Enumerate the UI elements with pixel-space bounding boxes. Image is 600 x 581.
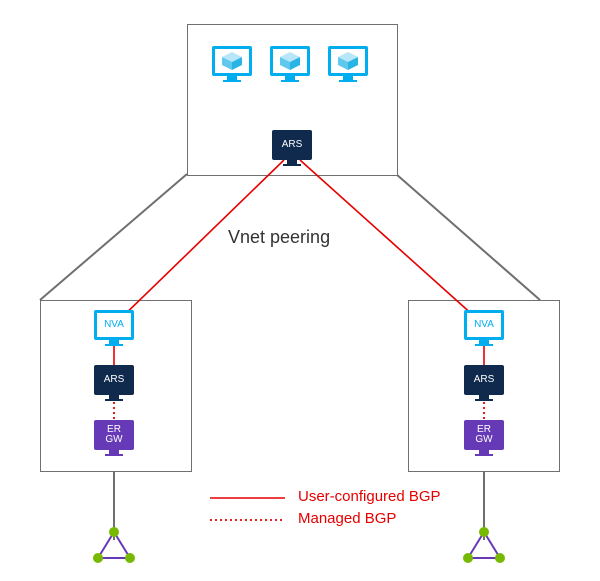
hub-ars: ARS [272, 130, 312, 166]
spoke-left-ars: ARS [94, 365, 134, 401]
spoke-right-ars: ARS [464, 365, 504, 401]
legend-managed-bgp: Managed BGP [298, 510, 396, 527]
cube-icon [336, 51, 360, 71]
vnet-peering-label: Vnet peering [228, 227, 330, 248]
hub-vm-3 [328, 46, 368, 82]
wan-triangle-left [94, 528, 134, 562]
wan-triangle-right [464, 528, 504, 562]
spoke-right-nva: NVA [464, 310, 504, 346]
spoke-right-ergw: ERGW [464, 420, 504, 456]
ars-label: ARS [282, 140, 303, 150]
cube-icon [220, 51, 244, 71]
hub-vm-2 [270, 46, 310, 82]
nva-label: NVA [104, 320, 124, 330]
ergw-label: ERGW [105, 425, 122, 445]
spoke-left-ergw: ERGW [94, 420, 134, 456]
spoke-left-nva: NVA [94, 310, 134, 346]
cube-icon [278, 51, 302, 71]
nva-label: NVA [474, 320, 494, 330]
legend-user-bgp: User-configured BGP [298, 488, 441, 505]
ergw-label: ERGW [475, 425, 492, 445]
hub-vm-1 [212, 46, 252, 82]
ars-label: ARS [104, 375, 125, 385]
ars-label: ARS [474, 375, 495, 385]
